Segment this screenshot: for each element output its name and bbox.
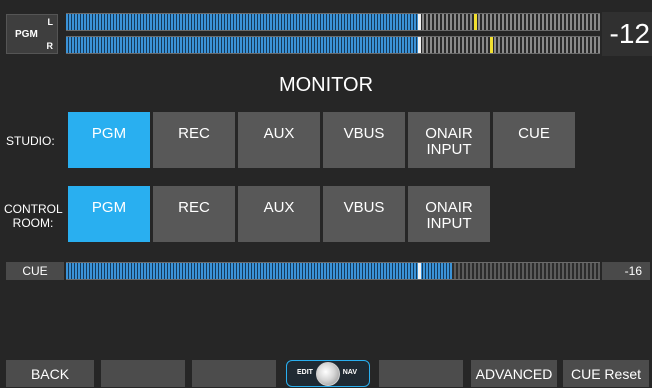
cue-meter-bar: [66, 262, 600, 280]
studio-rec-button[interactable]: REC: [153, 112, 235, 168]
pgm-meter-left-bar: [66, 13, 600, 31]
pgm-left-level: [66, 14, 418, 30]
blank-softkey-3[interactable]: [192, 360, 276, 387]
pgm-right-level-marker: [418, 37, 421, 53]
studio-vbus-button[interactable]: VBUS: [323, 112, 405, 168]
studio-cue-button[interactable]: CUE: [493, 112, 575, 168]
back-button[interactable]: BACK: [6, 360, 94, 387]
cue-reset-button[interactable]: CUE Reset: [563, 360, 649, 387]
pgm-label-text: PGM: [15, 29, 38, 40]
control-room-onair-input-button[interactable]: ONAIR INPUT: [408, 186, 490, 242]
pgm-channel-l: L: [47, 17, 54, 27]
pgm-meter-label: PGM L R: [6, 14, 58, 54]
control-room-row-label: CONTROL ROOM:: [4, 202, 63, 230]
cue-level-value: -16: [602, 262, 650, 280]
rotary-knob-icon: [316, 362, 340, 386]
studio-aux-button[interactable]: AUX: [238, 112, 320, 168]
edit-label: EDIT: [297, 369, 313, 376]
page-title: MONITOR: [278, 74, 374, 96]
cue-level: [66, 263, 452, 279]
pgm-left-peak-marker: [474, 14, 477, 30]
cue-meter-label: CUE: [6, 262, 64, 280]
studio-pgm-button[interactable]: PGM: [68, 112, 150, 168]
pgm-right-level: [66, 37, 418, 53]
cue-level-marker: [418, 263, 421, 279]
pgm-right-peak-marker: [490, 37, 493, 53]
pgm-meter-right-bar: [66, 36, 600, 54]
edit-nav-knob-button[interactable]: EDIT NAV: [286, 360, 370, 387]
studio-onair-input-button[interactable]: ONAIR INPUT: [408, 112, 490, 168]
nav-label: NAV: [342, 369, 357, 376]
control-room-pgm-button[interactable]: PGM: [68, 186, 150, 242]
blank-softkey-2[interactable]: [101, 360, 185, 387]
pgm-left-level-marker: [418, 14, 421, 30]
control-room-aux-button[interactable]: AUX: [238, 186, 320, 242]
studio-row-label: STUDIO:: [6, 134, 55, 148]
blank-softkey-5[interactable]: [379, 360, 463, 387]
control-room-rec-button[interactable]: REC: [153, 186, 235, 242]
control-room-vbus-button[interactable]: VBUS: [323, 186, 405, 242]
advanced-button[interactable]: ADVANCED: [471, 360, 557, 387]
pgm-level-value: -12: [602, 12, 652, 56]
pgm-channel-r: R: [46, 41, 54, 51]
